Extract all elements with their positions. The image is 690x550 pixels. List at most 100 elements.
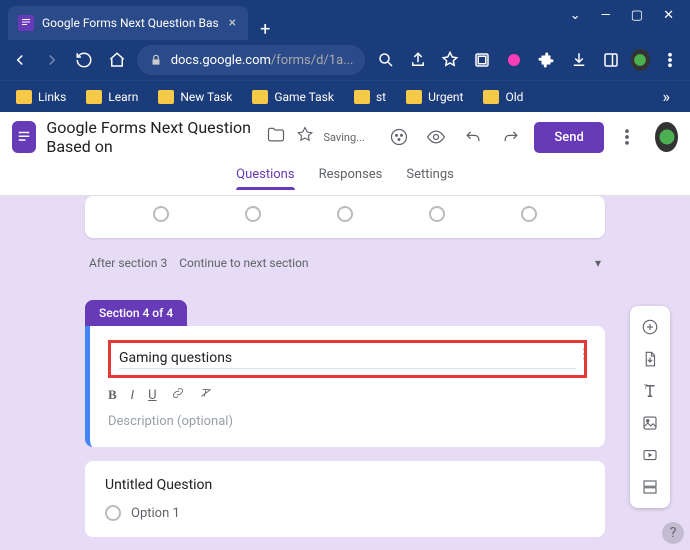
annotation-highlight: [108, 340, 587, 378]
underline-button[interactable]: U: [148, 388, 156, 403]
extension1-icon[interactable]: [502, 46, 526, 74]
radio-option[interactable]: [337, 206, 353, 222]
question-title[interactable]: Untitled Question: [105, 477, 585, 493]
home-button[interactable]: [105, 46, 129, 74]
svg-text:T: T: [644, 384, 648, 391]
bookmark-folder[interactable]: Links: [8, 86, 74, 108]
add-section-button[interactable]: [634, 472, 666, 502]
browser-menu-icon[interactable]: [658, 46, 682, 74]
redo-icon[interactable]: [497, 119, 524, 155]
format-toolbar: B I U: [108, 386, 587, 404]
forms-logo-icon[interactable]: [12, 121, 36, 153]
new-tab-button[interactable]: +: [248, 19, 282, 40]
customize-theme-icon[interactable]: [385, 119, 412, 155]
url-text: docs.google.com/forms/d/1a...: [171, 53, 354, 68]
search-tabs-icon[interactable]: ⌄: [570, 8, 581, 23]
save-status: Saving...: [324, 131, 365, 144]
form-menu-icon[interactable]: [614, 119, 641, 155]
zoom-icon[interactable]: [373, 46, 397, 74]
clear-format-button[interactable]: [199, 386, 213, 404]
folder-icon: [354, 90, 370, 104]
forms-header: Google Forms Next Question Based on Savi…: [0, 112, 690, 162]
window-maximize-icon[interactable]: ▢: [631, 8, 643, 23]
radio-option[interactable]: [521, 206, 537, 222]
window-minimize-icon[interactable]: —: [601, 8, 611, 23]
bookmark-folder[interactable]: Old: [475, 86, 531, 108]
section-navigation: After section 3 Continue to next section…: [85, 250, 605, 276]
reading-list-icon[interactable]: [470, 46, 494, 74]
add-title-button[interactable]: T: [634, 376, 666, 406]
tab-title: Google Forms Next Question Bas: [42, 16, 219, 30]
reload-button[interactable]: [72, 46, 96, 74]
bookmarks-bar: Links Learn New Task Game Task st Urgent…: [0, 80, 690, 112]
folder-icon: [406, 90, 422, 104]
bookmark-folder[interactable]: Learn: [78, 86, 146, 108]
bookmark-folder[interactable]: Game Task: [244, 86, 342, 108]
form-tabs: Questions Responses Settings: [0, 162, 690, 196]
section-header-card[interactable]: B I U Description (optional): [85, 326, 605, 447]
italic-button[interactable]: I: [131, 388, 134, 403]
link-button[interactable]: [171, 386, 185, 404]
tab-questions[interactable]: Questions: [236, 167, 294, 190]
form-star-icon[interactable]: [296, 126, 314, 148]
sidepanel-icon[interactable]: [599, 46, 623, 74]
question-option[interactable]: Option 1: [105, 505, 585, 521]
send-button[interactable]: Send: [534, 122, 603, 153]
bookmark-folder[interactable]: Urgent: [398, 86, 471, 108]
star-bookmark-icon[interactable]: [438, 46, 462, 74]
folder-icon: [483, 90, 499, 104]
bookmark-folder[interactable]: New Task: [150, 86, 240, 108]
tab-settings[interactable]: Settings: [406, 167, 453, 190]
section-title-input[interactable]: [119, 348, 576, 369]
address-bar[interactable]: docs.google.com/forms/d/1a...: [137, 45, 366, 75]
bold-button[interactable]: B: [108, 387, 117, 403]
section-action-value: Continue to next section: [179, 256, 308, 270]
bookmark-folder[interactable]: st: [346, 86, 394, 108]
help-icon[interactable]: ?: [662, 522, 684, 544]
profile-avatar-icon[interactable]: [631, 49, 650, 71]
back-button[interactable]: [8, 46, 32, 74]
folder-icon: [252, 90, 268, 104]
move-folder-icon[interactable]: [266, 125, 286, 149]
browser-tab[interactable]: Google Forms Next Question Bas ×: [8, 6, 248, 40]
share-icon[interactable]: [406, 46, 430, 74]
form-canvas: After section 3 Continue to next section…: [0, 196, 690, 550]
radio-option[interactable]: [429, 206, 445, 222]
question-card[interactable]: Untitled Question Option 1: [85, 461, 605, 537]
previous-question-card: [85, 196, 605, 238]
section-badge: Section 4 of 4: [85, 300, 187, 326]
import-questions-button[interactable]: [634, 344, 666, 374]
add-image-button[interactable]: [634, 408, 666, 438]
after-section-label: After section 3: [89, 256, 167, 270]
window-close-icon[interactable]: ✕: [663, 8, 674, 23]
tab-close-icon[interactable]: ×: [227, 15, 238, 31]
option-label: Option 1: [131, 506, 180, 521]
chevron-down-icon: ▾: [595, 256, 601, 270]
folder-icon: [16, 90, 32, 104]
floating-toolbar: T: [630, 306, 670, 508]
window-controls: ⌄ — ▢ ✕: [554, 0, 690, 31]
tab-responses[interactable]: Responses: [319, 167, 383, 190]
add-video-button[interactable]: [634, 440, 666, 470]
section-description-input[interactable]: Description (optional): [108, 414, 587, 429]
radio-option[interactable]: [153, 206, 169, 222]
radio-option[interactable]: [245, 206, 261, 222]
downloads-icon[interactable]: [566, 46, 590, 74]
preview-icon[interactable]: [422, 119, 449, 155]
forward-button[interactable]: [40, 46, 64, 74]
folder-icon: [158, 90, 174, 104]
undo-icon[interactable]: [460, 119, 487, 155]
folder-icon: [86, 90, 102, 104]
section-action-dropdown[interactable]: Continue to next section ▾: [179, 250, 601, 276]
browser-toolbar: docs.google.com/forms/d/1a...: [0, 40, 690, 80]
bookmarks-overflow-icon[interactable]: »: [651, 87, 683, 106]
add-question-button[interactable]: [634, 312, 666, 342]
account-avatar-icon[interactable]: [655, 122, 678, 152]
radio-icon: [105, 505, 121, 521]
extensions-puzzle-icon[interactable]: [534, 46, 558, 74]
forms-favicon: [18, 15, 34, 31]
radio-grid-row: [85, 196, 605, 238]
form-title[interactable]: Google Forms Next Question Based on: [46, 118, 255, 156]
browser-titlebar: Google Forms Next Question Bas × + ⌄ — ▢…: [0, 0, 690, 40]
lock-icon: [149, 53, 163, 67]
